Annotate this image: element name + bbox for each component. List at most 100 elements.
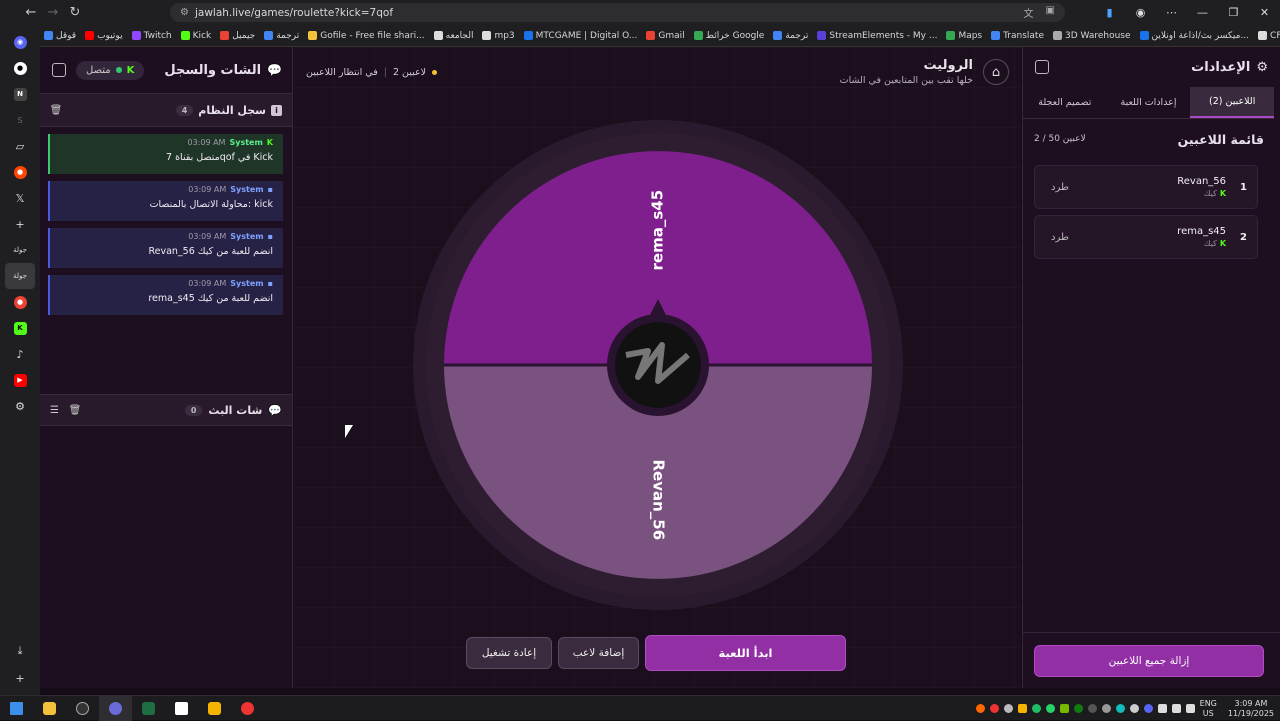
bookmark-item[interactable]: ميكسر بث/اذاعة اونلاين... <box>1139 31 1249 41</box>
chat-filter-icon[interactable]: ☰ <box>50 405 59 416</box>
close-window-icon[interactable]: ✕ <box>1249 6 1280 19</box>
settings-tab[interactable]: اللاعبين (2) <box>1190 87 1275 118</box>
bookmark-item[interactable]: قوقل <box>44 31 76 41</box>
bookmark-item[interactable]: الجامعه <box>433 31 473 41</box>
file-explorer-icon[interactable] <box>33 696 66 721</box>
volume-icon[interactable] <box>1171 704 1181 713</box>
obs-icon[interactable] <box>66 696 99 721</box>
start-icon[interactable] <box>0 696 33 721</box>
more-bookmarks-icon[interactable]: › <box>1264 30 1268 43</box>
bookmark-item[interactable]: Gofile - Free file shari... <box>308 31 425 41</box>
connection-badge: متصل K <box>76 60 145 80</box>
status-dot-icon <box>432 69 438 75</box>
reddit-icon[interactable]: ● <box>0 159 40 185</box>
xbox-icon[interactable] <box>1073 704 1083 713</box>
clear-chat-trash-icon[interactable]: 🗑 <box>69 404 82 416</box>
tray-app-icon[interactable] <box>1031 704 1041 713</box>
log-message: rema_s45 انضم للعبة من كيك <box>148 293 273 304</box>
profile-icon[interactable]: ◉ <box>1125 6 1156 19</box>
kick-player-button[interactable]: طرد <box>1051 232 1069 243</box>
browser-app-icon[interactable] <box>231 696 264 721</box>
add-player-button[interactable]: إضافة لاعب <box>558 637 639 669</box>
network-icon[interactable] <box>1157 704 1167 713</box>
extensions-icon[interactable]: ▮ <box>1094 6 1125 19</box>
jawlah-active-icon[interactable]: جولة <box>5 263 35 289</box>
nvidia-icon[interactable] <box>1059 704 1069 713</box>
bookmark-item[interactable]: ترجمة <box>264 31 299 41</box>
tray-app-icon[interactable] <box>975 704 985 713</box>
home-icon[interactable]: ⌂ <box>983 59 1009 85</box>
whatsapp-icon[interactable] <box>1045 704 1055 713</box>
sidebar-add-icon[interactable]: + <box>0 665 40 691</box>
tray-app-icon[interactable] <box>1101 704 1111 713</box>
bookmark-item[interactable]: 3D Warehouse <box>1053 31 1131 41</box>
store-icon[interactable] <box>198 696 231 721</box>
tiktok-icon[interactable]: ♪ <box>0 341 40 367</box>
share-icon[interactable]: ▣ <box>1046 5 1055 20</box>
bookmark-item[interactable]: خرائط Google <box>693 31 764 41</box>
kick-player-button[interactable]: طرد <box>1051 182 1069 193</box>
bookmark-item[interactable]: CFW <box>1258 31 1280 41</box>
collapse-panel-icon[interactable] <box>52 63 66 77</box>
language-indicator[interactable]: ENG US <box>1200 699 1217 719</box>
menu-icon[interactable]: ⋯ <box>1156 6 1187 19</box>
roulette-wheel[interactable]: rema_s45 Revan_56 <box>412 119 904 611</box>
add-icon[interactable]: + <box>0 211 40 237</box>
start-game-button[interactable]: ابدأ اللعبة <box>645 635 846 671</box>
chrome-app-icon[interactable]: ● <box>0 289 40 315</box>
tray-app-icon[interactable] <box>1087 704 1097 713</box>
translate-icon[interactable]: 文 <box>1024 5 1034 20</box>
clock[interactable]: 3:09 AM 11/19/2025 <box>1228 699 1274 719</box>
notion-icon[interactable]: N <box>0 81 40 107</box>
chrome-taskbar-icon[interactable] <box>99 695 132 721</box>
tray-app-icon[interactable] <box>1129 704 1139 713</box>
bookmark-item[interactable]: Twitch <box>131 31 172 41</box>
bookmark-item[interactable]: MTCGAME | Digital O... <box>523 31 637 41</box>
wallet-icon[interactable]: ▱ <box>0 133 40 159</box>
kick-icon[interactable]: K <box>0 315 40 341</box>
address-bar[interactable]: ⚙ jawlah.live/games/roulette?kick=7qof 文… <box>170 3 1065 22</box>
back-icon[interactable]: ← <box>20 2 42 24</box>
bookmark-item[interactable]: Translate <box>991 31 1044 41</box>
settings-tab[interactable]: تصميم العجلة <box>1023 87 1107 118</box>
bookmark-item[interactable]: ترجمة <box>773 31 808 41</box>
tray-app-icon[interactable] <box>989 704 999 713</box>
github-icon[interactable]: ● <box>0 55 40 81</box>
tray-app-icon[interactable] <box>1017 704 1027 713</box>
bookmark-item[interactable]: Maps <box>946 31 982 41</box>
restore-icon[interactable]: ❐ <box>1218 6 1249 19</box>
bookmark-item[interactable]: يوتيوب <box>85 31 123 41</box>
bookmark-item[interactable]: StreamElements - My ... <box>817 31 937 41</box>
download-icon[interactable]: ⤓ <box>0 638 40 664</box>
restart-button[interactable]: إعادة تشغيل <box>466 637 552 669</box>
settings-gear-icon[interactable]: ⚙ <box>0 393 40 419</box>
bookmark-item[interactable]: Kick <box>180 31 211 41</box>
battery-icon[interactable] <box>1185 704 1195 713</box>
collapse-settings-icon[interactable] <box>1035 60 1049 74</box>
minimize-icon[interactable]: — <box>1187 6 1218 19</box>
system-icon: ▪ <box>267 279 273 288</box>
excel-icon[interactable] <box>132 696 165 721</box>
x-icon[interactable]: 𝕏 <box>0 185 40 211</box>
reload-icon[interactable]: ↻ <box>64 2 86 24</box>
site-info-icon[interactable]: ⚙ <box>180 7 189 18</box>
chat-count-badge: 0 <box>184 404 203 416</box>
settings-tab[interactable]: إعدادات اللعبة <box>1107 87 1191 118</box>
discord-tray-icon[interactable] <box>1143 704 1153 713</box>
bookmark-item[interactable]: mp3 <box>482 30 515 41</box>
bookmark-item[interactable]: جيميل <box>220 31 255 41</box>
discord-icon[interactable]: ◉ <box>0 29 40 55</box>
clear-log-trash-icon[interactable]: 🗑 <box>50 104 63 116</box>
kick-logo-icon: K <box>1219 189 1227 198</box>
bookmark-label: mp3 <box>494 30 515 41</box>
chat-title-text: الشات والسجل <box>164 62 262 78</box>
jawlah-icon[interactable]: جولة <box>0 237 40 263</box>
bookmark-item[interactable]: Gmail <box>646 31 685 41</box>
log-sender: System <box>230 279 264 288</box>
remove-all-players-button[interactable]: إزالة جميع اللاعبين <box>1034 645 1264 677</box>
youtube-icon[interactable]: ▶ <box>0 367 40 393</box>
forward-icon[interactable]: → <box>42 2 64 24</box>
tray-app-icon[interactable] <box>1115 704 1125 713</box>
tray-app-icon[interactable] <box>1003 704 1013 713</box>
capcut-icon[interactable] <box>165 696 198 721</box>
